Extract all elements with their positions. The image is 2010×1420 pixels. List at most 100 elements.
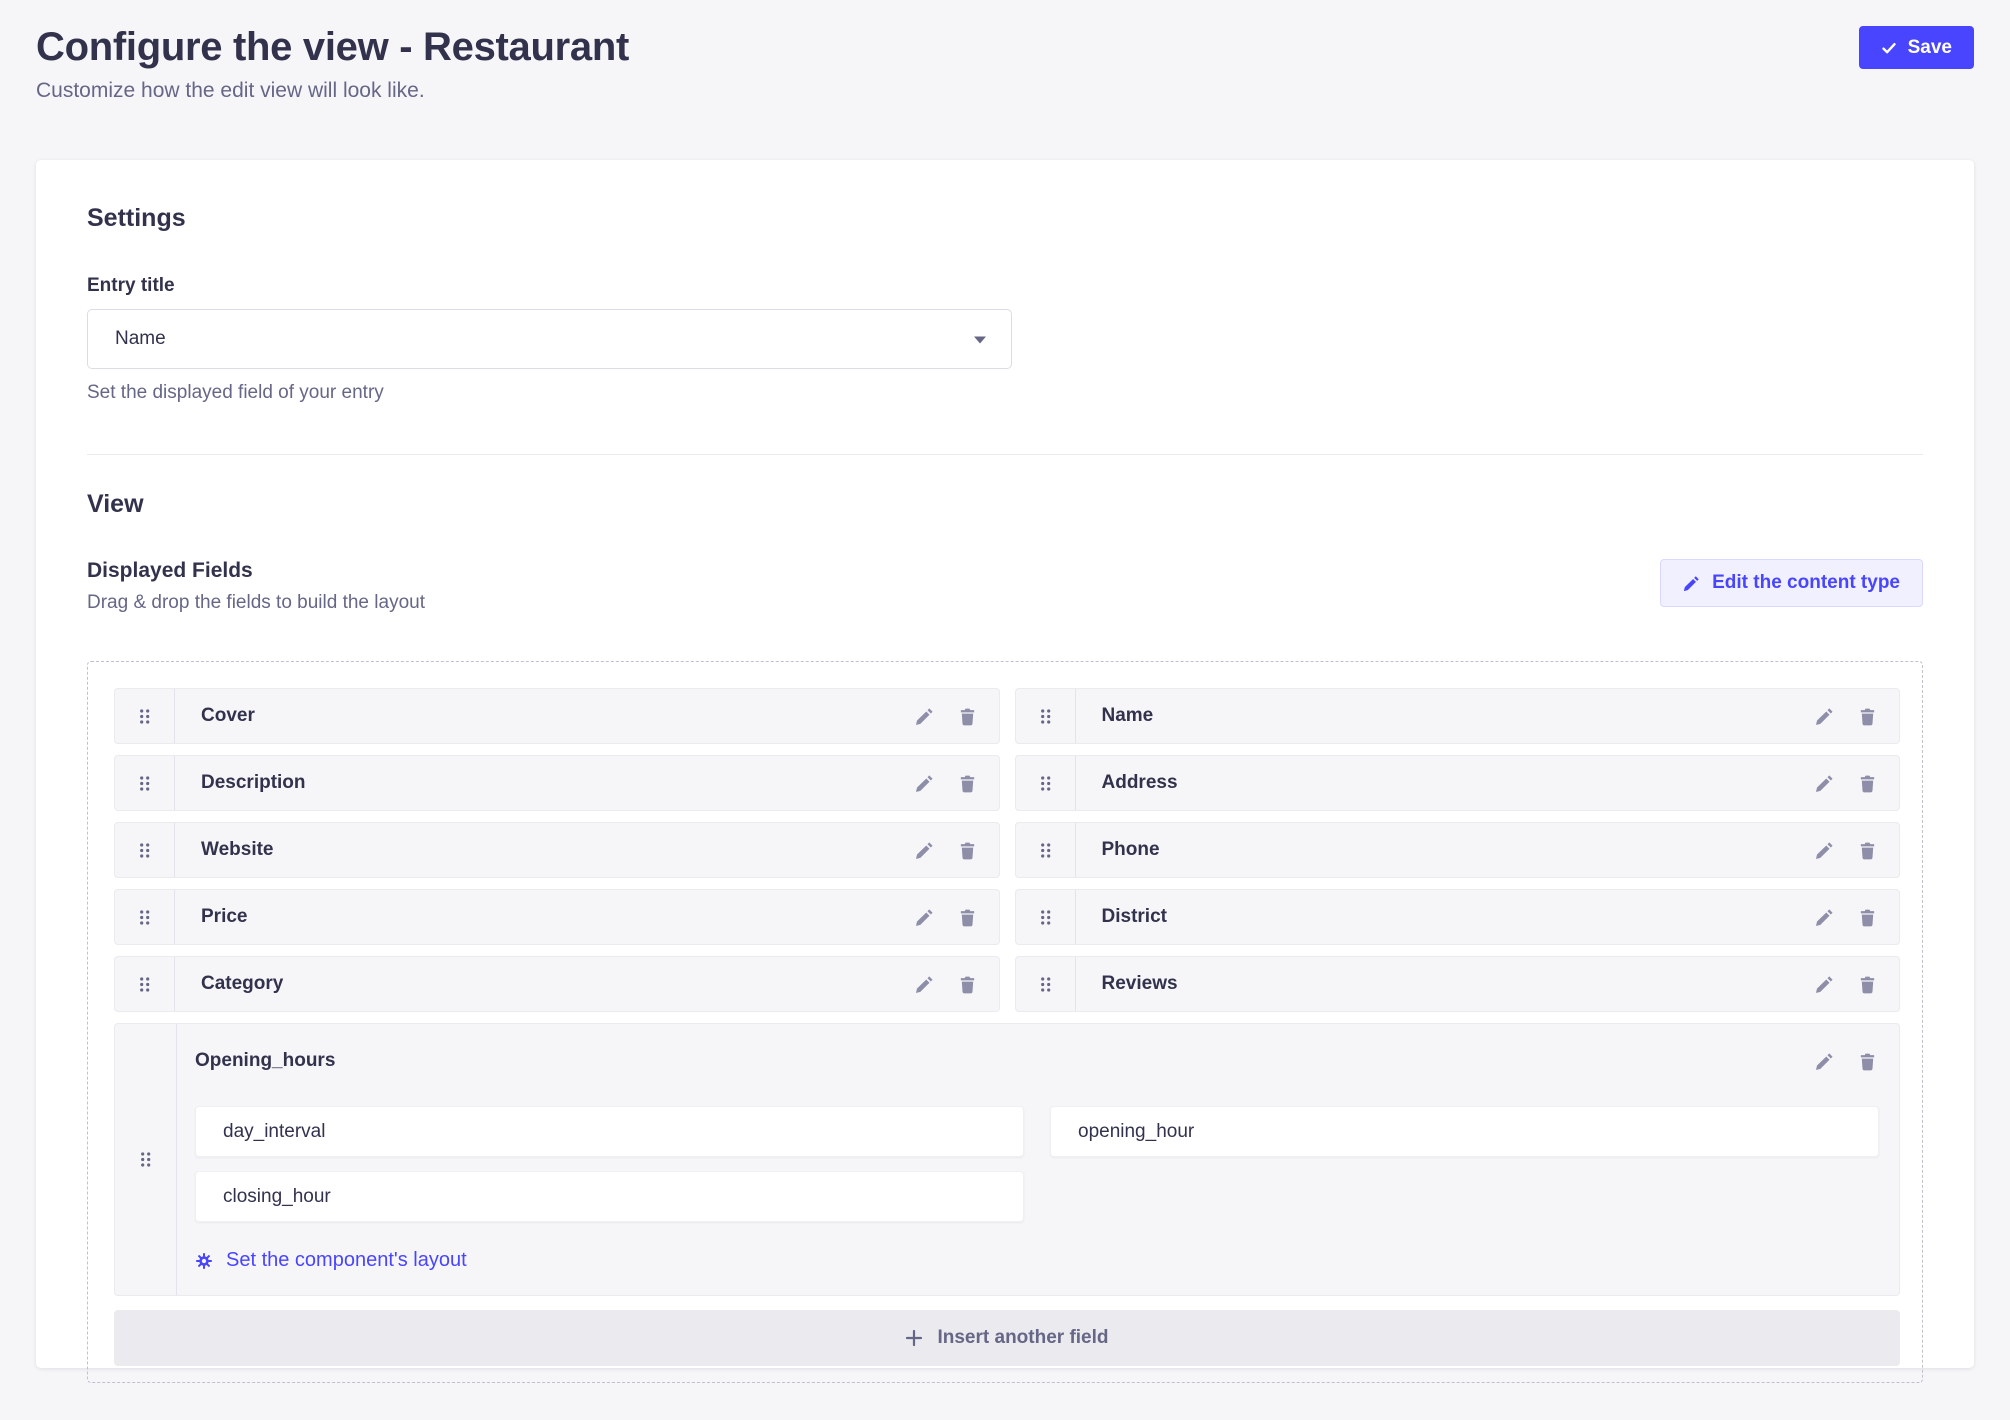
pencil-icon [915, 707, 934, 726]
edit-field-button[interactable] [1815, 841, 1834, 860]
edit-field-button[interactable] [915, 707, 934, 726]
trash-icon [958, 707, 977, 726]
pencil-icon [1815, 774, 1834, 793]
field-row-price[interactable]: Price [114, 889, 1000, 945]
field-row-description[interactable]: Description [114, 755, 1000, 811]
fields-column-left: Cover Description Website [114, 688, 1000, 1012]
layout-dropzone: Cover Description Website [87, 661, 1923, 1383]
displayed-fields-header: Displayed Fields Drag & drop the fields … [87, 559, 1923, 614]
trash-icon [1858, 841, 1877, 860]
set-component-layout-label: Set the component's layout [226, 1249, 467, 1272]
edit-field-button[interactable] [1815, 1052, 1834, 1071]
insert-another-field-button[interactable]: Insert another field [114, 1310, 1900, 1366]
pencil-icon [915, 841, 934, 860]
pencil-icon [915, 774, 934, 793]
component-fields-grid: day_interval opening_hour closing_hour [195, 1106, 1879, 1222]
pencil-icon [1815, 1052, 1834, 1071]
component-body: Opening_hours day_interval opening_hour … [177, 1024, 1899, 1295]
edit-field-button[interactable] [915, 975, 934, 994]
pencil-icon [1683, 575, 1700, 592]
delete-field-button[interactable] [958, 908, 977, 927]
field-row-district[interactable]: District [1015, 889, 1901, 945]
component-field-closing-hour[interactable]: closing_hour [195, 1171, 1024, 1222]
delete-field-button[interactable] [958, 774, 977, 793]
drag-handle-icon[interactable] [115, 689, 175, 743]
edit-field-button[interactable] [1815, 707, 1834, 726]
delete-field-button[interactable] [958, 707, 977, 726]
delete-field-button[interactable] [1858, 975, 1877, 994]
gear-icon [195, 1252, 213, 1270]
edit-content-type-button[interactable]: Edit the content type [1660, 559, 1923, 607]
drag-handle-icon[interactable] [115, 1024, 177, 1295]
edit-content-type-label: Edit the content type [1712, 572, 1900, 594]
entry-title-select[interactable]: Name [87, 309, 1012, 369]
field-row-label: District [1076, 890, 1816, 944]
pencil-icon [915, 908, 934, 927]
edit-field-button[interactable] [915, 908, 934, 927]
field-row-label: Name [1076, 689, 1816, 743]
field-row-address[interactable]: Address [1015, 755, 1901, 811]
trash-icon [958, 908, 977, 927]
field-row-label: Reviews [1076, 957, 1816, 1011]
view-heading: View [87, 490, 1923, 519]
pencil-icon [1815, 841, 1834, 860]
edit-field-button[interactable] [915, 841, 934, 860]
field-row-label: Cover [175, 689, 915, 743]
drag-handle-icon[interactable] [115, 957, 175, 1011]
trash-icon [1858, 908, 1877, 927]
component-block-opening-hours[interactable]: Opening_hours day_interval opening_hour … [114, 1023, 1900, 1296]
drag-handle-icon[interactable] [1016, 890, 1076, 944]
delete-field-button[interactable] [1858, 841, 1877, 860]
component-field-opening-hour[interactable]: opening_hour [1050, 1106, 1879, 1157]
field-row-category[interactable]: Category [114, 956, 1000, 1012]
insert-another-field-label: Insert another field [937, 1327, 1108, 1349]
pencil-icon [1815, 707, 1834, 726]
edit-field-button[interactable] [915, 774, 934, 793]
field-row-reviews[interactable]: Reviews [1015, 956, 1901, 1012]
trash-icon [958, 975, 977, 994]
edit-field-button[interactable] [1815, 908, 1834, 927]
edit-field-button[interactable] [1815, 975, 1834, 994]
delete-field-button[interactable] [958, 841, 977, 860]
save-button-label: Save [1908, 37, 1952, 59]
fields-column-right: Name Address Phone [1015, 688, 1901, 1012]
displayed-fields-subtitle: Drag & drop the fields to build the layo… [87, 592, 425, 614]
drag-handle-icon[interactable] [1016, 823, 1076, 877]
fields-grid: Cover Description Website [114, 688, 1900, 1012]
entry-title-hint: Set the displayed field of your entry [87, 382, 1923, 404]
drag-handle-icon[interactable] [1016, 689, 1076, 743]
field-row-cover[interactable]: Cover [114, 688, 1000, 744]
drag-handle-icon[interactable] [115, 890, 175, 944]
drag-handle-icon[interactable] [1016, 957, 1076, 1011]
pencil-icon [1815, 975, 1834, 994]
delete-field-button[interactable] [1858, 707, 1877, 726]
header-text: Configure the view - Restaurant Customiz… [36, 22, 629, 103]
save-button[interactable]: Save [1859, 26, 1974, 69]
drag-handle-icon[interactable] [115, 756, 175, 810]
page-title: Configure the view - Restaurant [36, 22, 629, 72]
field-row-phone[interactable]: Phone [1015, 822, 1901, 878]
field-row-website[interactable]: Website [114, 822, 1000, 878]
pencil-icon [1815, 908, 1834, 927]
field-row-label: Phone [1076, 823, 1816, 877]
edit-field-button[interactable] [1815, 774, 1834, 793]
chevron-down-icon [973, 335, 987, 344]
page-header: Configure the view - Restaurant Customiz… [0, 0, 2010, 103]
entry-title-select-value: Name [115, 328, 166, 350]
trash-icon [1858, 774, 1877, 793]
config-card: Settings Entry title Name Set the displa… [36, 160, 1974, 1368]
delete-field-button[interactable] [958, 975, 977, 994]
field-row-name[interactable]: Name [1015, 688, 1901, 744]
drag-handle-icon[interactable] [115, 823, 175, 877]
delete-field-button[interactable] [1858, 908, 1877, 927]
section-divider [87, 454, 1923, 455]
component-header: Opening_hours [195, 1050, 1879, 1072]
set-component-layout-link[interactable]: Set the component's layout [195, 1249, 467, 1272]
delete-field-button[interactable] [1858, 774, 1877, 793]
entry-title-group: Entry title Name Set the displayed field… [87, 275, 1923, 404]
delete-field-button[interactable] [1858, 1052, 1877, 1071]
drag-handle-icon[interactable] [1016, 756, 1076, 810]
component-field-day-interval[interactable]: day_interval [195, 1106, 1024, 1157]
field-row-label: Description [175, 756, 915, 810]
entry-title-label: Entry title [87, 275, 175, 296]
